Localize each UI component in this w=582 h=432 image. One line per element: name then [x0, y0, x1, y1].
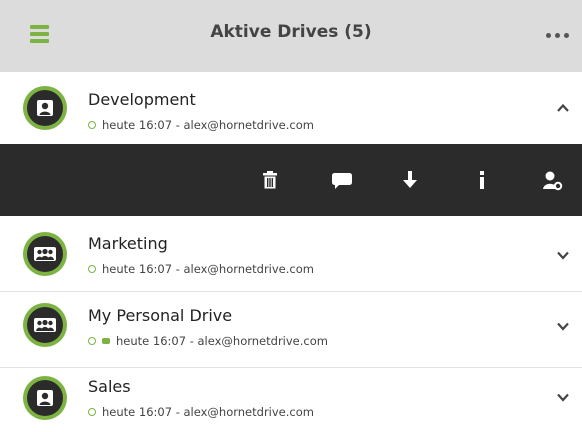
- user-settings-icon[interactable]: [540, 168, 564, 192]
- chevron-down-icon[interactable]: [556, 248, 570, 262]
- chevron-down-icon[interactable]: [556, 390, 570, 404]
- user-avatar-icon: [23, 86, 67, 130]
- status-icon: [88, 336, 96, 345]
- more-dots-icon[interactable]: [546, 33, 570, 39]
- drive-timestamp: heute 16:07 - alex@hornetdrive.com: [102, 405, 314, 419]
- info-icon[interactable]: [470, 168, 494, 192]
- drive-row-marketing[interactable]: Marketing heute 16:07 - alex@hornetdrive…: [0, 216, 582, 292]
- user-avatar-icon: [23, 376, 67, 420]
- drive-meta: heute 16:07 - alex@hornetdrive.com: [88, 334, 328, 348]
- group-avatar-icon: [23, 303, 67, 347]
- drive-name: Sales: [88, 377, 131, 396]
- comment-icon[interactable]: [330, 168, 354, 192]
- download-icon[interactable]: [398, 168, 422, 192]
- drive-row-development[interactable]: Development heute 16:07 - alex@hornetdri…: [0, 72, 582, 145]
- drive-name: My Personal Drive: [88, 306, 233, 325]
- drive-timestamp: heute 16:07 - alex@hornetdrive.com: [116, 334, 328, 348]
- comment-indicator-icon: [102, 337, 110, 344]
- drive-name: Development: [88, 90, 196, 109]
- drive-meta: heute 16:07 - alex@hornetdrive.com: [88, 405, 314, 419]
- drive-row-my-personal-drive[interactable]: My Personal Drive heute 16:07 - alex@hor…: [0, 292, 582, 368]
- drive-timestamp: heute 16:07 - alex@hornetdrive.com: [102, 262, 314, 276]
- chevron-down-icon[interactable]: [556, 319, 570, 333]
- status-icon: [88, 264, 96, 273]
- drive-meta: heute 16:07 - alex@hornetdrive.com: [88, 118, 314, 132]
- app-header: Aktive Drives (5): [0, 0, 582, 72]
- status-icon: [88, 120, 96, 129]
- drive-timestamp: heute 16:07 - alex@hornetdrive.com: [102, 118, 314, 132]
- drive-meta: heute 16:07 - alex@hornetdrive.com: [88, 262, 314, 276]
- group-avatar-icon: [23, 232, 67, 276]
- chevron-up-icon[interactable]: [556, 101, 570, 115]
- drive-name: Marketing: [88, 234, 168, 253]
- page-title: Aktive Drives (5): [210, 22, 372, 42]
- drive-action-toolbar: [0, 144, 582, 216]
- status-icon: [88, 407, 96, 416]
- drive-row-sales[interactable]: Sales heute 16:07 - alex@hornetdrive.com: [0, 368, 582, 432]
- trash-icon[interactable]: [258, 168, 282, 192]
